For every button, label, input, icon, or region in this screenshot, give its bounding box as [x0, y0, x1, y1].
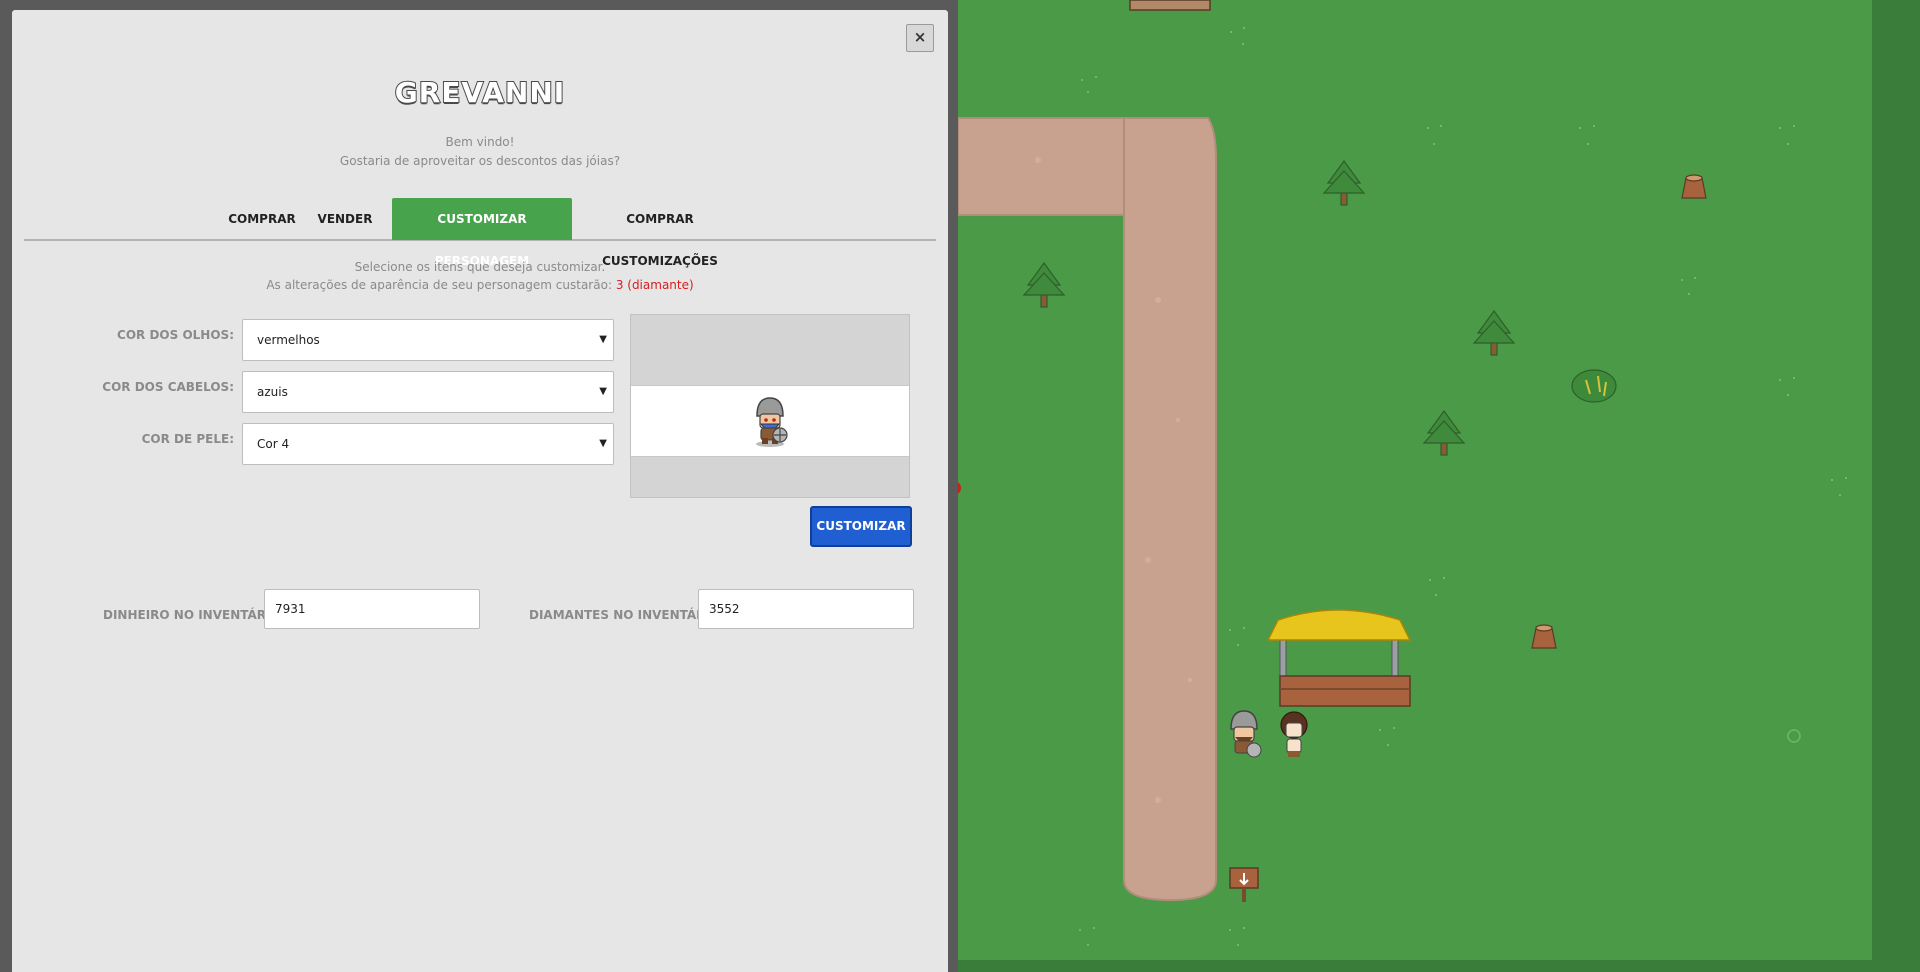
modal-backdrop: × GREVANNI Bem vindo! Gostaria de aprove… — [0, 0, 958, 972]
close-button[interactable]: × — [906, 24, 934, 52]
cost-value: 3 (diamante) — [615, 278, 694, 292]
map-scene — [958, 0, 1847, 946]
chevron-down-icon: ▼ — [599, 386, 607, 397]
shop-modal: × GREVANNI Bem vindo! Gostaria de aprove… — [12, 10, 948, 972]
hedge-border — [1872, 0, 1920, 972]
diamonds-field: 3552 — [698, 589, 914, 629]
eye-color-select[interactable]: vermelhos ▼ — [242, 319, 614, 361]
customize-button[interactable]: CUSTOMIZAR — [810, 506, 912, 547]
skin-color-label: COR DE PELE: — [141, 432, 234, 446]
character-sprite-icon — [756, 397, 788, 447]
shop-tabs: COMPRAR VENDER CUSTOMIZAR PERSONAGEM COM… — [24, 188, 936, 268]
hair-color-value: azuis — [257, 385, 288, 399]
tab-vender[interactable]: VENDER — [310, 198, 380, 240]
greeting-text: Bem vindo! — [445, 135, 515, 149]
greeting-question: Gostaria de aproveitar os descontos das … — [339, 154, 621, 168]
market-stall — [1266, 609, 1412, 707]
diamonds-label: DIAMANTES NO INVENTÁRIO: — [529, 608, 725, 622]
tab-comprar-customizacoes[interactable]: COMPRAR CUSTOMIZAÇÕES — [584, 198, 736, 268]
npc-name-title: GREVANNI — [394, 75, 566, 110]
skin-color-value: Cor 4 — [257, 437, 290, 451]
tab-comprar[interactable]: COMPRAR — [220, 198, 304, 240]
customize-instruction: Selecione os itens que deseja customizar… — [354, 260, 606, 274]
skin-color-select[interactable]: Cor 4 ▼ — [242, 423, 614, 465]
game-map[interactable] — [958, 0, 1920, 972]
preview-stage — [631, 385, 909, 457]
tab-customizar-personagem[interactable]: CUSTOMIZAR PERSONAGEM — [392, 198, 572, 268]
hedge-border-bottom — [958, 960, 1920, 972]
eye-color-value: vermelhos — [257, 333, 320, 347]
hair-color-select[interactable]: azuis ▼ — [242, 371, 614, 413]
money-field: 7931 — [264, 589, 480, 629]
customize-cost-line: As alterações de aparência de seu person… — [12, 278, 948, 292]
cost-label: As alterações de aparência de seu person… — [266, 278, 612, 292]
money-label: DINHEIRO NO INVENTÁRIO: — [103, 608, 286, 622]
character-preview — [630, 314, 910, 498]
chevron-down-icon: ▼ — [599, 438, 607, 449]
eye-color-label: COR DOS OLHOS: — [117, 328, 234, 342]
hair-color-label: COR DOS CABELOS: — [102, 380, 234, 394]
chevron-down-icon: ▼ — [599, 334, 607, 345]
